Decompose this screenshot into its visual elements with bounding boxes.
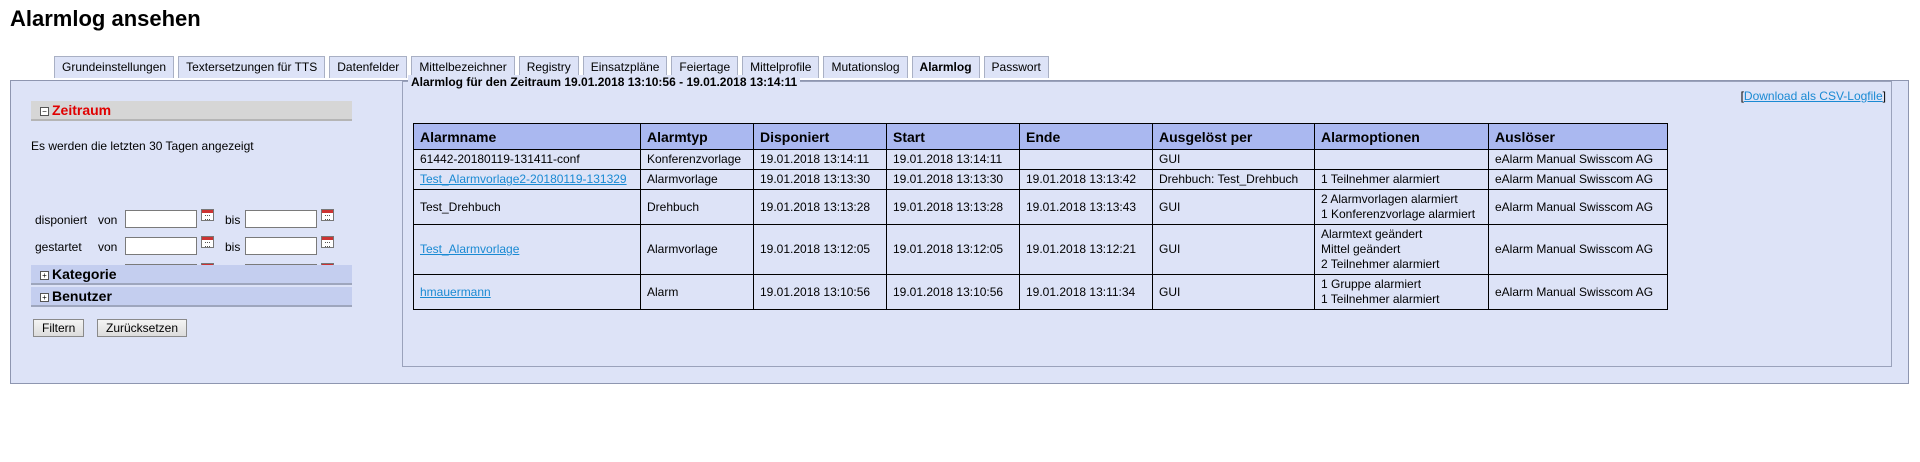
table-row: Test_Alarmvorlage2-20180119-131329 Alarmv…	[413, 169, 1668, 190]
gestartet-bis-input[interactable]	[245, 237, 317, 255]
section-benutzer-header[interactable]: + Benutzer	[31, 287, 352, 307]
section-kategorie-title: Kategorie	[52, 266, 117, 282]
calendar-icon[interactable]	[321, 236, 334, 248]
tab-alarmlog[interactable]: Alarmlog	[911, 56, 980, 78]
cell-ausgeloest-per: GUI	[1152, 189, 1315, 225]
reset-button[interactable]: Zurücksetzen	[97, 319, 188, 337]
filter-bis-label: bis	[225, 240, 241, 254]
cell-ausgeloest-per: GUI	[1152, 224, 1315, 275]
section-zeitraum-title: Zeitraum	[52, 102, 112, 118]
cell-alarmname: Test_Alarmvorlage2-20180119-131329	[413, 169, 641, 190]
column-header: Auslöser	[1488, 123, 1668, 150]
tab-grundeinstellungen[interactable]: Grundeinstellungen	[54, 56, 175, 78]
cell-disponiert: 19.01.2018 13:10:56	[753, 274, 887, 310]
alarmlog-table: Alarmname Alarmtyp Disponiert Start Ende Ausg…	[413, 123, 1668, 310]
cell-ende: 19.01.2018 13:13:42	[1019, 169, 1153, 190]
table-row: hmauermann Alarm 19.01.2018 13:10:56 19.01.…	[413, 274, 1668, 310]
tab-passwort[interactable]: Passwort	[983, 56, 1049, 78]
cell-alarmtyp: Alarmvorlage	[640, 224, 754, 275]
column-header: Ende	[1019, 123, 1153, 150]
cell-alarmname: Test_Drehbuch	[413, 189, 641, 225]
expand-icon[interactable]: +	[40, 271, 49, 280]
cell-start: 19.01.2018 13:13:30	[886, 169, 1020, 190]
disponiert-bis-input[interactable]	[245, 210, 317, 228]
alarmlog-legend: Alarmlog für den Zeitraum 19.01.2018 13:…	[408, 75, 801, 89]
cell-start: 19.01.2018 13:13:28	[886, 189, 1020, 225]
calendar-icon[interactable]	[201, 209, 214, 221]
csv-download-link[interactable]: Download als CSV-Logfile	[1744, 89, 1883, 103]
table-header-row: Alarmname Alarmtyp Disponiert Start Ende Ausg…	[413, 123, 1668, 150]
filter-label-disponiert: disponiert	[35, 213, 88, 227]
cell-ausloeser: eAlarm Manual Swisscom AG	[1488, 189, 1668, 225]
cell-alarmoptionen: 1 Teilnehmer alarmiert	[1314, 169, 1489, 190]
cell-alarmtyp: Drehbuch	[640, 189, 754, 225]
expand-icon[interactable]: +	[40, 293, 49, 302]
table-row: 61442-20180119-131411-conf Konferenzvorla…	[413, 149, 1668, 170]
section-kategorie-header[interactable]: + Kategorie	[31, 265, 352, 285]
calendar-icon[interactable]	[321, 209, 334, 221]
cell-ausgeloest-per: Drehbuch: Test_Drehbuch	[1152, 169, 1315, 190]
main-panel: − Zeitraum Es werden die letzten 30 Tagen…	[10, 75, 1909, 384]
filter-button[interactable]: Filtern	[33, 319, 85, 337]
alarm-name-link[interactable]: Test_Alarmvorlage2-20180119-131329	[420, 172, 627, 186]
cell-ausloeser: eAlarm Manual Swisscom AG	[1488, 149, 1668, 170]
cell-disponiert: 19.01.2018 13:13:28	[753, 189, 887, 225]
cell-start: 19.01.2018 13:10:56	[886, 274, 1020, 310]
cell-alarmoptionen: 1 Gruppe alarmiert 1 Teilnehmer alarmier…	[1314, 274, 1489, 310]
cell-alarmname: 61442-20180119-131411-conf	[413, 149, 641, 170]
section-benutzer-title: Benutzer	[52, 288, 112, 304]
csv-bracket-close: ]	[1882, 89, 1886, 103]
cell-start: 19.01.2018 13:12:05	[886, 224, 1020, 275]
column-header: Ausgelöst per	[1152, 123, 1315, 150]
tab-mutationslog[interactable]: Mutationslog	[823, 56, 908, 78]
calendar-icon[interactable]	[201, 236, 214, 248]
cell-alarmname: hmauermann	[413, 274, 641, 310]
column-header: Alarmname	[413, 123, 641, 150]
cell-alarmoptionen: Alarmtext geändert Mittel geändert 2 Tei…	[1314, 224, 1489, 275]
cell-ausloeser: eAlarm Manual Swisscom AG	[1488, 274, 1668, 310]
filter-label-gestartet: gestartet	[35, 240, 82, 254]
page-title: Alarmlog ansehen	[10, 6, 201, 31]
cell-alarmoptionen	[1314, 149, 1489, 170]
cell-alarmoptionen: 2 Alarmvorlagen alarmiert 1 Konferenzvor…	[1314, 189, 1489, 225]
cell-alarmname: Test_Alarmvorlage	[413, 224, 641, 275]
cell-alarmtyp: Alarmvorlage	[640, 169, 754, 190]
tab-datenfelder[interactable]: Datenfelder	[329, 56, 408, 78]
filter-bis-label: bis	[225, 213, 241, 227]
alarm-name-link[interactable]: Test_Alarmvorlage	[420, 242, 519, 256]
section-zeitraum-header[interactable]: − Zeitraum	[31, 101, 352, 121]
cell-ausloeser: eAlarm Manual Swisscom AG	[1488, 224, 1668, 275]
cell-ende: 19.01.2018 13:13:43	[1019, 189, 1153, 225]
cell-disponiert: 19.01.2018 13:14:11	[753, 149, 887, 170]
filter-von-label: von	[98, 240, 118, 254]
cell-ausloeser: eAlarm Manual Swisscom AG	[1488, 169, 1668, 190]
gestartet-von-input[interactable]	[125, 237, 197, 255]
cell-disponiert: 19.01.2018 13:13:30	[753, 169, 887, 190]
cell-ende: 19.01.2018 13:12:21	[1019, 224, 1153, 275]
cell-alarmtyp: Konferenzvorlage	[640, 149, 754, 170]
column-header: Alarmoptionen	[1314, 123, 1489, 150]
alarm-name-link[interactable]: hmauermann	[420, 285, 491, 299]
zeitraum-info-text: Es werden die letzten 30 Tagen angezeigt	[31, 139, 254, 153]
column-header: Alarmtyp	[640, 123, 754, 150]
table-row: Test_Alarmvorlage Alarmvorlage 19.01.2018 …	[413, 224, 1668, 275]
filter-von-label: von	[98, 213, 118, 227]
column-header: Start	[886, 123, 1020, 150]
cell-ausgeloest-per: GUI	[1152, 274, 1315, 310]
cell-disponiert: 19.01.2018 13:12:05	[753, 224, 887, 275]
tab-textersetzungen-für-tts[interactable]: Textersetzungen für TTS	[178, 56, 326, 78]
disponiert-von-input[interactable]	[125, 210, 197, 228]
cell-ende	[1019, 149, 1153, 170]
cell-start: 19.01.2018 13:14:11	[886, 149, 1020, 170]
column-header: Disponiert	[753, 123, 887, 150]
csv-download: [Download als CSV-Logfile]	[1741, 89, 1886, 103]
cell-ende: 19.01.2018 13:11:34	[1019, 274, 1153, 310]
cell-alarmtyp: Alarm	[640, 274, 754, 310]
collapse-icon[interactable]: −	[40, 107, 49, 116]
cell-ausgeloest-per: GUI	[1152, 149, 1315, 170]
table-row: Test_Drehbuch Drehbuch 19.01.2018 13:13:28…	[413, 189, 1668, 225]
